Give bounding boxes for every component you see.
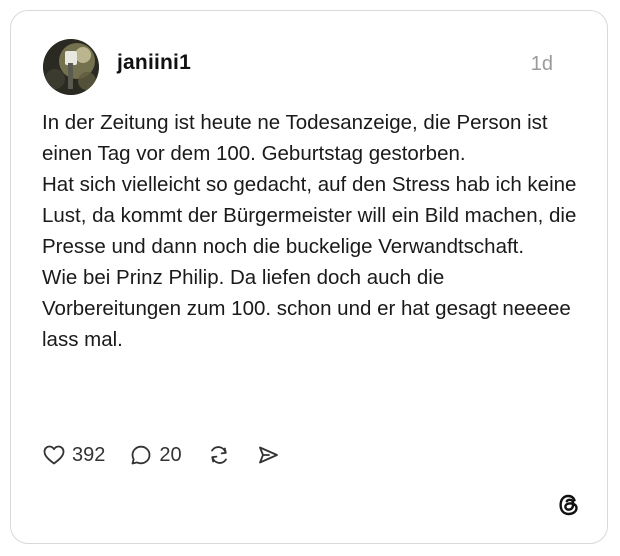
repost-button[interactable] xyxy=(206,443,232,467)
like-count: 392 xyxy=(72,443,106,466)
send-icon xyxy=(256,443,280,467)
avatar[interactable] xyxy=(43,39,99,95)
share-button[interactable] xyxy=(256,443,280,467)
repost-icon xyxy=(206,443,232,467)
post-card: janiini1 1d In der Zeitung ist heute ne … xyxy=(10,10,608,544)
reply-count: 20 xyxy=(159,443,182,466)
post-paragraph: Wie bei Prinz Philip. Da liefen doch auc… xyxy=(42,266,577,351)
heart-icon xyxy=(42,443,66,467)
comment-bubble-icon xyxy=(129,443,153,467)
threads-logo-icon xyxy=(555,491,583,519)
username[interactable]: janiini1 xyxy=(117,51,191,75)
like-button[interactable]: 392 xyxy=(42,443,105,467)
post-paragraph: In der Zeitung ist heute ne Todesanzeige… xyxy=(42,111,554,165)
post-paragraph: Hat sich vielleicht so gedacht, auf den … xyxy=(42,173,583,258)
post-actions: 392 20 xyxy=(42,439,304,471)
post-timestamp: 1d xyxy=(530,53,553,75)
post-body: In der Zeitung ist heute ne Todesanzeige… xyxy=(42,107,582,355)
reply-button[interactable]: 20 xyxy=(129,443,182,467)
